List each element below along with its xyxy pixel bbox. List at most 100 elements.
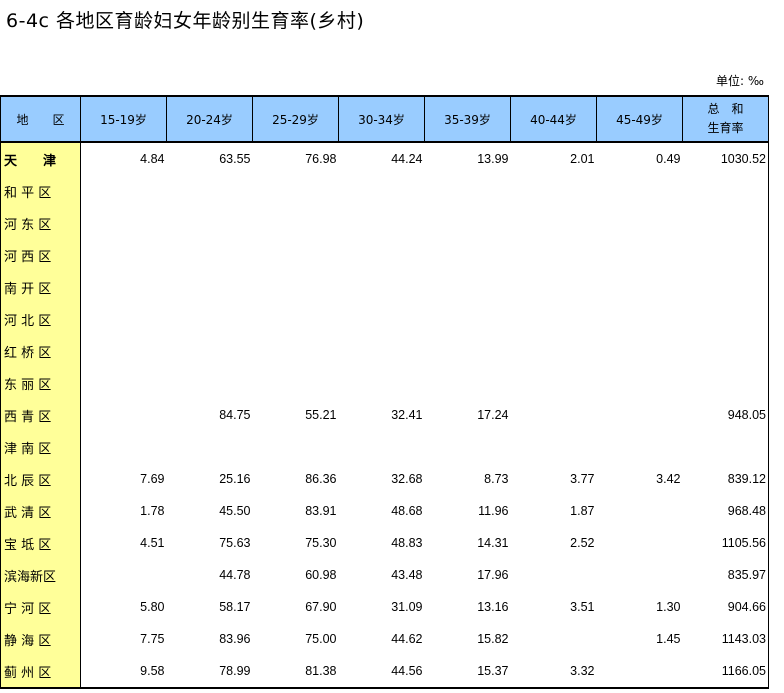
value-cell: 58.17 xyxy=(219,600,251,614)
value-cell: 83.91 xyxy=(305,504,337,518)
value-cell xyxy=(511,431,597,463)
value-cell xyxy=(339,431,425,463)
value-cell xyxy=(511,367,597,399)
value-cell xyxy=(253,335,339,367)
value-cell: 1143.03 xyxy=(682,623,769,655)
value-cell: 4.51 xyxy=(140,536,165,550)
value-cell xyxy=(167,207,253,239)
value-cell xyxy=(167,271,253,303)
value-cell xyxy=(425,431,511,463)
value-cell xyxy=(253,367,339,399)
value-cell xyxy=(253,271,339,303)
value-cell xyxy=(167,367,253,399)
value-cell xyxy=(511,239,597,271)
value-cell: 44.24 xyxy=(391,152,423,166)
value-cell xyxy=(597,495,683,527)
value-cell: 1030.52 xyxy=(682,142,769,175)
table-row: 武 清 区 1.78 45.50 83.91 48.68 11.96 1.87 968.48 xyxy=(0,495,769,527)
value-cell: 75.30 xyxy=(305,536,337,550)
value-cell xyxy=(596,655,683,689)
header-region: 地 区 xyxy=(0,95,81,143)
value-cell xyxy=(597,367,683,399)
value-cell xyxy=(597,431,683,463)
value-cell: 7.69 xyxy=(140,472,165,486)
table-row: 河 东 区 xyxy=(0,207,769,239)
table-row: 东 丽 区 xyxy=(0,367,769,399)
value-cell xyxy=(597,335,683,367)
value-cell xyxy=(81,431,167,463)
value-cell xyxy=(167,431,253,463)
value-cell xyxy=(253,303,339,335)
value-cell: 17.24 xyxy=(477,408,509,422)
value-cell xyxy=(425,207,511,239)
value-cell: 3.32 xyxy=(510,655,597,689)
value-cell xyxy=(511,399,597,431)
value-cell xyxy=(167,303,253,335)
value-cell: 63.55 xyxy=(219,152,251,166)
table-row: 河 西 区 xyxy=(0,239,769,271)
value-cell: 44.62 xyxy=(391,632,423,646)
value-cell xyxy=(253,431,339,463)
table-row: 河 北 区 xyxy=(0,303,769,335)
value-cell xyxy=(682,367,769,399)
value-cell xyxy=(81,303,167,335)
value-cell: 1.87 xyxy=(570,504,595,518)
value-cell xyxy=(425,335,511,367)
value-cell xyxy=(597,303,683,335)
value-cell xyxy=(597,271,683,303)
value-cell: 48.83 xyxy=(391,536,423,550)
value-cell: 1.30 xyxy=(656,600,681,614)
value-cell: 1.78 xyxy=(140,504,165,518)
value-cell: 17.96 xyxy=(477,568,509,582)
value-cell xyxy=(81,175,167,207)
value-cell xyxy=(81,239,167,271)
header-row: 地 区 15-19岁 20-24岁 25-29岁 30-34岁 35-39岁 4… xyxy=(0,95,769,143)
value-cell: 11.96 xyxy=(478,504,509,518)
table-row: 南 开 区 xyxy=(0,271,769,303)
region-cell: 静 海 区 xyxy=(0,623,81,655)
table-row: 西 青 区 84.75 55.21 32.41 17.24 948.05 xyxy=(0,399,769,431)
value-cell: 968.48 xyxy=(682,495,769,527)
value-cell xyxy=(81,399,167,431)
value-cell: 839.12 xyxy=(682,463,769,495)
value-cell: 15.37 xyxy=(424,655,511,689)
value-cell: 13.99 xyxy=(477,152,509,166)
value-cell: 15.82 xyxy=(477,632,509,646)
region-cell: 河 东 区 xyxy=(0,207,81,239)
value-cell: 75.00 xyxy=(305,632,337,646)
value-cell xyxy=(81,559,167,591)
region-cell: 宁 河 区 xyxy=(0,591,81,623)
table-row: 北 辰 区 7.69 25.16 86.36 32.68 8.73 3.77 3.42 839.… xyxy=(0,463,769,495)
value-cell xyxy=(81,367,167,399)
value-cell xyxy=(167,239,253,271)
value-cell xyxy=(339,367,425,399)
header-15-19: 15-19岁 xyxy=(80,95,167,143)
value-cell xyxy=(167,175,253,207)
value-cell: 32.41 xyxy=(391,408,423,422)
value-cell: 3.77 xyxy=(570,472,595,486)
region-cell: 西 青 区 xyxy=(0,399,81,431)
value-cell: 86.36 xyxy=(305,472,337,486)
value-cell xyxy=(682,207,769,239)
table-row: 红 桥 区 xyxy=(0,335,769,367)
value-cell: 3.42 xyxy=(656,472,681,486)
value-cell: 45.50 xyxy=(219,504,251,518)
value-cell xyxy=(597,399,683,431)
value-cell xyxy=(682,431,769,463)
region-cell: 武 清 区 xyxy=(0,495,81,527)
value-cell: 31.09 xyxy=(391,600,423,614)
value-cell xyxy=(425,239,511,271)
value-cell xyxy=(511,335,597,367)
value-cell xyxy=(682,303,769,335)
value-cell xyxy=(511,175,597,207)
value-cell: 9.58 xyxy=(80,655,167,689)
value-cell: 0.49 xyxy=(656,152,681,166)
value-cell xyxy=(339,207,425,239)
value-cell xyxy=(339,175,425,207)
value-cell xyxy=(511,303,597,335)
value-cell: 76.98 xyxy=(305,152,337,166)
value-cell xyxy=(511,559,597,591)
value-cell: 948.05 xyxy=(682,399,769,431)
value-cell xyxy=(682,175,769,207)
value-cell xyxy=(597,559,683,591)
